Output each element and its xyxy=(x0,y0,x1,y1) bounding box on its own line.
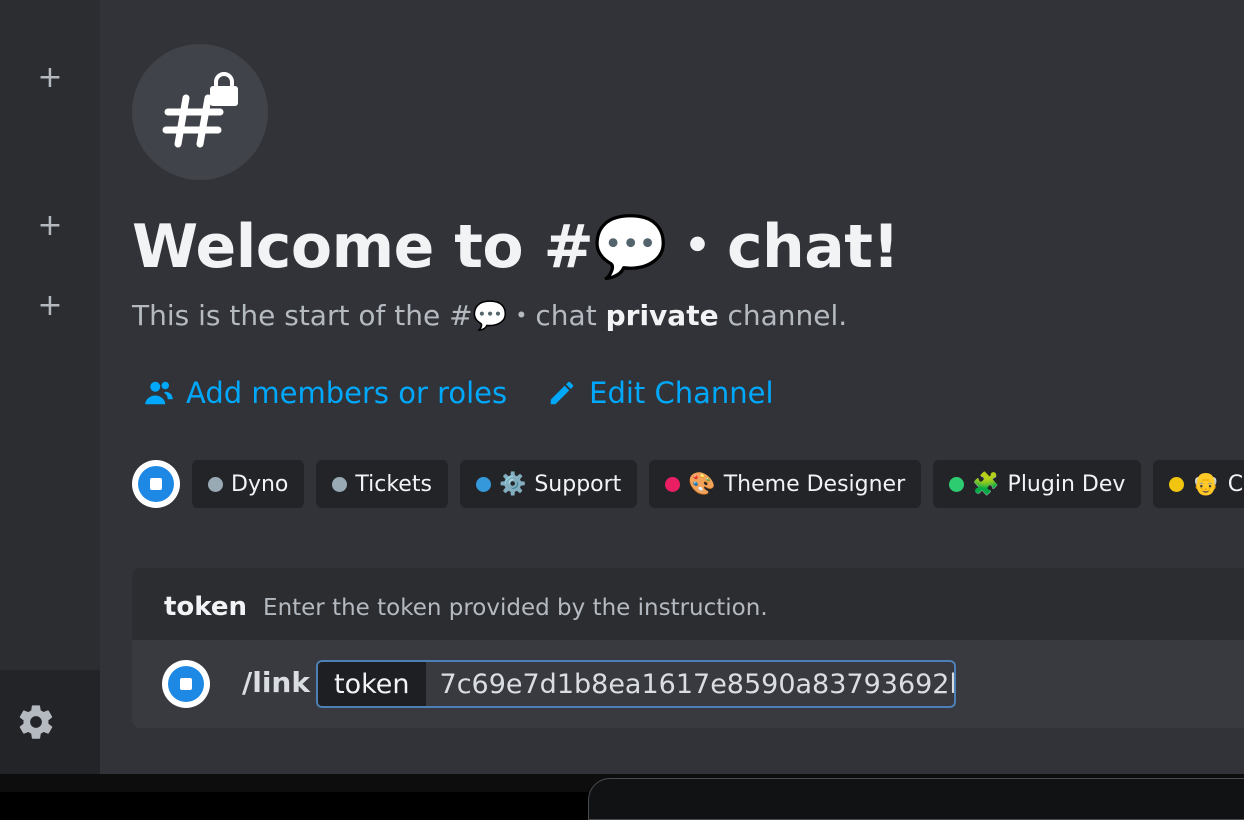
role-color-dot xyxy=(1169,476,1185,492)
channel-actions: Add members or roles Edit Channel xyxy=(144,376,774,410)
channel-description: This is the start of the #💬・chat private… xyxy=(132,294,847,334)
people-icon xyxy=(145,381,173,405)
slash-command-panel: token Enter the token provided by the in… xyxy=(132,568,1244,728)
command-input-row: /link token 7c69e7d1b8ea1617e8590a837936… xyxy=(132,640,1244,728)
description-end: channel. xyxy=(727,299,848,332)
role-color-dot xyxy=(332,476,348,492)
role-color-dot xyxy=(475,476,491,492)
edit-channel-button[interactable]: Edit Channel xyxy=(547,376,774,410)
role-emoji: 🧩 xyxy=(972,471,1000,497)
role-color-dot xyxy=(665,476,681,492)
role-pill-theme-designer[interactable]: 🎨 Theme Designer xyxy=(649,460,922,508)
description-private: private xyxy=(605,299,719,332)
role-emoji: ⚙️ xyxy=(498,471,527,497)
edit-channel-label: Edit Channel xyxy=(589,376,774,410)
role-label: Theme Designer xyxy=(723,471,906,497)
gear-icon[interactable] xyxy=(16,702,56,742)
welcome-heading: Welcome to #💬・chat! xyxy=(132,212,900,282)
role-pill-plugin-dev[interactable]: 🧩 Plugin Dev xyxy=(933,460,1142,508)
bot-avatar[interactable] xyxy=(132,460,180,508)
members-roles-row: Dyno Tickets ⚙️ Support 🎨 Theme Designer… xyxy=(132,460,1244,508)
pencil-icon xyxy=(550,381,574,405)
locked-channel-icon xyxy=(132,44,268,180)
user-settings-panel xyxy=(0,670,100,774)
add-members-button[interactable]: Add members or roles xyxy=(144,376,507,410)
description-start: This is the start of the #💬・chat xyxy=(132,299,597,332)
plus-icon[interactable]: + xyxy=(36,63,64,93)
token-value[interactable]: 7c69e7d1b8ea1617e8590a83793692b7 xyxy=(426,662,956,706)
role-color-dot xyxy=(949,476,965,492)
command-option-hint: token Enter the token provided by the in… xyxy=(164,592,768,622)
plus-icon[interactable]: + xyxy=(36,291,64,321)
token-text: 7c69e7d1b8ea1617e8590a83793692b7 xyxy=(439,668,956,700)
dock-edge xyxy=(588,778,1244,820)
plus-icon[interactable]: + xyxy=(36,211,64,241)
role-color-dot xyxy=(208,476,223,492)
add-members-label: Add members or roles xyxy=(186,376,508,410)
option-name: token xyxy=(164,592,248,622)
role-label: Support xyxy=(534,471,622,497)
role-label: Dyno xyxy=(231,471,289,497)
bot-avatar xyxy=(162,660,210,708)
server-rail: + + + xyxy=(0,0,100,774)
option-description: Enter the token provided by the instruct… xyxy=(263,595,768,621)
role-pill-custom[interactable]: 👴 Custo xyxy=(1153,460,1244,508)
token-option-label: token xyxy=(318,662,426,706)
command-name: /link xyxy=(242,666,310,699)
role-pill-tickets[interactable]: Tickets xyxy=(316,460,448,508)
window-bottom-edge xyxy=(0,774,1244,820)
role-label: Tickets xyxy=(355,471,432,497)
role-label: Plugin Dev xyxy=(1007,471,1126,497)
role-emoji: 👴 xyxy=(1192,471,1220,497)
role-pill-dyno[interactable]: Dyno xyxy=(192,460,305,508)
channel-main: Welcome to #💬・chat! This is the start of… xyxy=(100,0,1244,774)
role-label: Custo xyxy=(1227,471,1244,497)
token-option-input[interactable]: token 7c69e7d1b8ea1617e8590a83793692b7 xyxy=(316,660,956,708)
role-pill-support[interactable]: ⚙️ Support xyxy=(459,460,638,508)
role-emoji: 🎨 xyxy=(688,471,716,497)
